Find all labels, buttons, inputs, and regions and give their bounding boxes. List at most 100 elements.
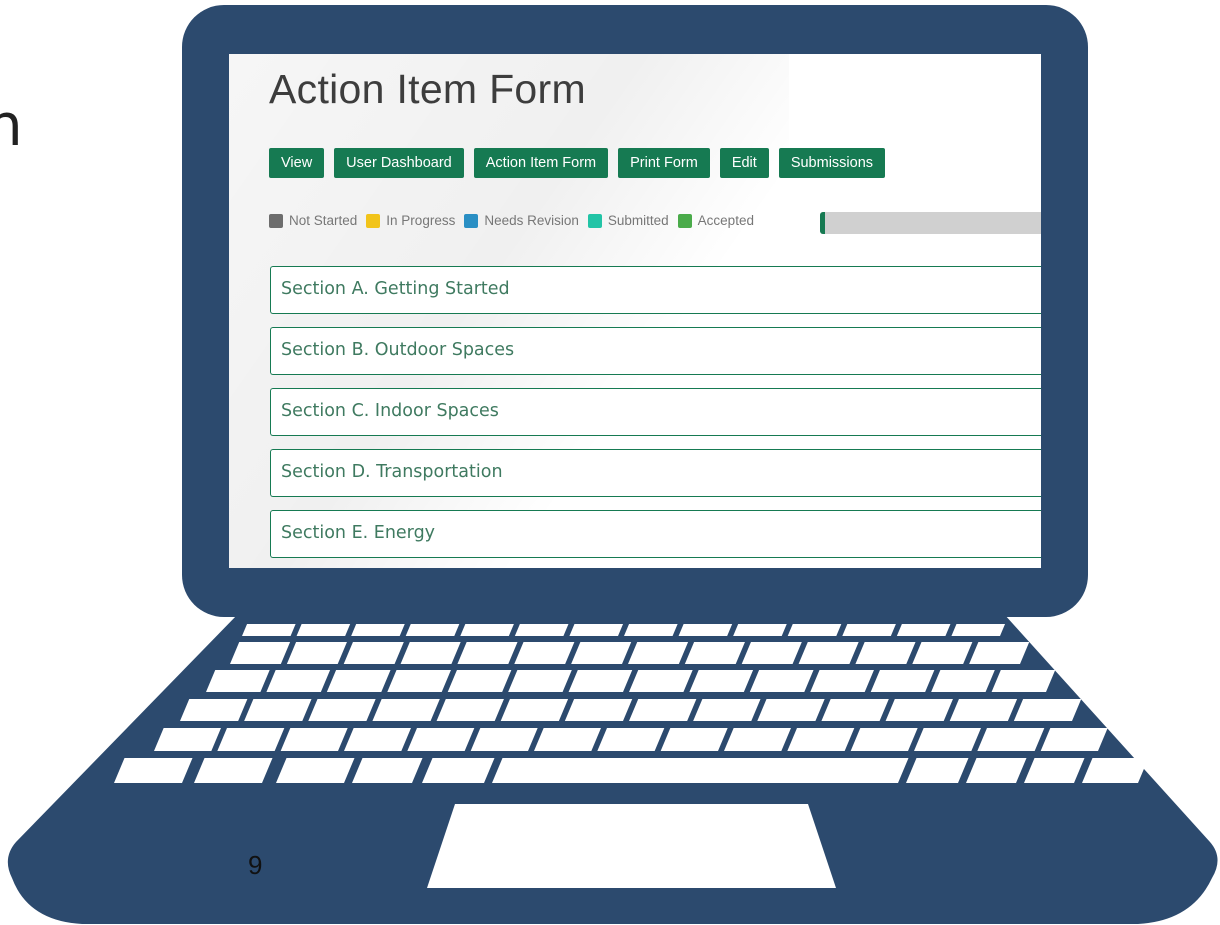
keyboard-key: [991, 670, 1056, 692]
keyboard-key: [372, 699, 440, 721]
legend-item-accepted: Accepted: [677, 213, 754, 228]
action-toolbar: View User Dashboard Action Item Form Pri…: [269, 148, 886, 178]
keyboard-key: [629, 670, 693, 692]
keyboard-key: [407, 728, 475, 751]
keyboard-key: [693, 699, 761, 721]
keyboard-key: [286, 642, 347, 664]
legend-label: In Progress: [386, 213, 456, 228]
accepted-swatch: [677, 213, 692, 228]
keyboard-key: [757, 699, 825, 721]
keyboard-key: [597, 728, 665, 751]
completion-progress-bar: [820, 212, 1041, 234]
section-e-energy[interactable]: Section E. Energy: [270, 510, 1041, 558]
status-legend: Not Started In Progress Needs Revision S…: [269, 213, 763, 228]
legend-label: Not Started: [289, 213, 358, 228]
submissions-button[interactable]: Submissions: [778, 148, 886, 178]
keyboard-key: [733, 624, 787, 636]
edit-button[interactable]: Edit: [719, 148, 769, 178]
keyboard-key: [242, 624, 296, 636]
legend-item-not-started: Not Started: [269, 213, 357, 228]
keyboard-key: [326, 670, 391, 692]
keyboard-key: [787, 624, 842, 636]
keyboard-key: [514, 624, 569, 636]
keyboard-key: [180, 699, 248, 721]
keyboard-key: [351, 624, 405, 636]
keyboard-key: [500, 699, 569, 721]
legend-item-submitted: Submitted: [587, 213, 669, 228]
section-c-indoor-spaces[interactable]: Section C. Indoor Spaces: [270, 388, 1041, 436]
keyboard-key: [842, 624, 896, 636]
keyboard-key: [689, 670, 754, 692]
keyboard-key: [870, 670, 935, 692]
keyboard-key: [422, 758, 495, 783]
keyboard-key: [564, 699, 633, 721]
keyboard-key: [114, 758, 193, 783]
keyboard-key: [741, 642, 802, 664]
keyboard-key: [684, 642, 745, 664]
section-b-outdoor-spaces[interactable]: Section B. Outdoor Spaces: [270, 327, 1041, 375]
keyboard-key: [194, 758, 273, 783]
keyboard-key: [629, 699, 697, 721]
keyboard-key: [569, 624, 624, 636]
section-label: Section B. Outdoor Spaces: [281, 340, 515, 360]
keyboard-key: [308, 699, 376, 721]
section-label: Section D. Transportation: [281, 462, 503, 482]
laptop-screen: Action Item Form View User Dashboard Act…: [229, 54, 1041, 568]
print-form-button[interactable]: Print Form: [618, 148, 710, 178]
progress-fill: [820, 212, 825, 234]
keyboard-key: [276, 758, 355, 783]
keyboard-key: [514, 642, 575, 664]
keyboard-key: [678, 624, 733, 636]
legend-label: Submitted: [607, 213, 669, 228]
keyboard-key: [1013, 699, 1082, 721]
in-progress-swatch: [366, 213, 381, 228]
keyboard-key: [798, 642, 859, 664]
keyboard-key: [896, 624, 951, 636]
keyboard-key: [400, 642, 461, 664]
legend-label: Accepted: [697, 213, 754, 228]
keyboard-key: [855, 642, 916, 664]
keyboard-key: [628, 642, 689, 664]
keyboard-key: [810, 670, 874, 692]
user-dashboard-button[interactable]: User Dashboard: [334, 148, 464, 178]
section-d-transportation[interactable]: Section D. Transportation: [270, 449, 1041, 497]
keyboard-key: [568, 670, 633, 692]
view-button[interactable]: View: [269, 148, 325, 178]
legend-item-needs-revision: Needs Revision: [464, 213, 579, 228]
keyboard-key: [951, 624, 1006, 636]
keyboard-key: [534, 728, 601, 751]
action-item-form-button[interactable]: Action Item Form: [473, 148, 609, 178]
keyboard-key: [460, 624, 514, 636]
section-label: Section E. Energy: [281, 523, 436, 543]
keyboard-key: [885, 699, 953, 721]
keyboard-key: [280, 728, 348, 751]
keyboard-key: [749, 670, 814, 692]
keyboard-key: [344, 728, 411, 751]
keyboard-key: [206, 670, 270, 692]
section-a-getting-started[interactable]: Section A. Getting Started: [270, 266, 1041, 314]
keyboard-key: [912, 642, 973, 664]
keyboard-key: [470, 728, 538, 751]
keyboard-key: [436, 699, 504, 721]
keyboard-key: [977, 728, 1045, 751]
keyboard-key: [387, 670, 451, 692]
keyboard-key: [1040, 728, 1108, 751]
keyboard-key: [931, 670, 995, 692]
keyboard-key: [949, 699, 1018, 721]
keyboard-key: [296, 624, 351, 636]
keyboard-key: [230, 642, 291, 664]
keyboard-key: [508, 670, 572, 692]
keyboard-key: [787, 728, 855, 751]
keyboard-key: [969, 642, 1030, 664]
page-number: 9: [248, 850, 263, 880]
keyboard-key: [447, 670, 512, 692]
section-label: Section C. Indoor Spaces: [281, 401, 499, 421]
keyboard-key: [906, 758, 969, 783]
keyboard-key: [244, 699, 312, 721]
keyboard-key: [343, 642, 404, 664]
keyboard-key: [914, 728, 981, 751]
section-label: Section A. Getting Started: [281, 279, 510, 299]
keyboard-key: [1082, 758, 1149, 783]
needs-revision-swatch: [464, 213, 479, 228]
keyboard-key: [660, 728, 728, 751]
